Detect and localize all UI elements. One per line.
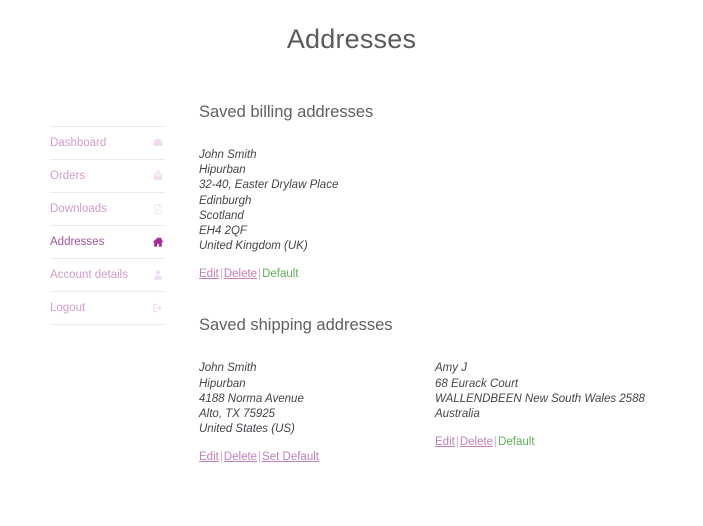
addresses-page: Addresses Dashboard Orders	[0, 0, 703, 526]
billing-heading: Saved billing addresses	[199, 102, 683, 122]
billing-addresses-block: Saved billing addresses John Smith Hipur…	[199, 102, 683, 282]
address-state: Scotland	[199, 209, 431, 224]
file-download-icon	[151, 203, 164, 216]
account-navigation: Dashboard Orders	[50, 126, 165, 325]
set-default-address-link[interactable]: Set Default	[262, 451, 319, 463]
address-street: 68 Eurack Court	[435, 377, 667, 392]
shipping-heading: Saved shipping addresses	[199, 315, 683, 335]
delete-address-link[interactable]: Delete	[460, 436, 493, 448]
shipping-address-card: Amy J 68 Eurack Court WALLENDBEEN New So…	[435, 361, 667, 465]
address-name: John Smith	[199, 148, 431, 163]
address-street: 32-40, Easter Drylaw Place	[199, 178, 431, 193]
edit-address-link[interactable]: Edit	[199, 451, 219, 463]
sidebar-link-addresses[interactable]: Addresses	[50, 226, 165, 258]
default-address-link[interactable]: Default	[262, 268, 298, 280]
address-company: Hipurban	[199, 163, 431, 178]
sidebar-item-account-details[interactable]: Account details	[50, 259, 165, 292]
sidebar-link-orders[interactable]: Orders	[50, 160, 165, 192]
edit-address-link[interactable]: Edit	[435, 436, 455, 448]
sidebar-link-logout[interactable]: Logout	[50, 292, 165, 324]
shipping-address: John Smith Hipurban 4188 Norma Avenue Al…	[199, 361, 431, 437]
sidebar-item-label: Addresses	[50, 235, 104, 249]
delete-address-link[interactable]: Delete	[224, 268, 257, 280]
sidebar-link-downloads[interactable]: Downloads	[50, 193, 165, 225]
billing-address-actions: Edit|Delete|Default	[199, 267, 431, 282]
sidebar-item-label: Downloads	[50, 202, 107, 216]
address-name: Amy J	[435, 361, 667, 376]
shipping-address-card: John Smith Hipurban 4188 Norma Avenue Al…	[199, 361, 431, 465]
home-icon	[151, 236, 164, 249]
address-city-state: Alto, TX 75925	[199, 407, 431, 422]
shipping-address-actions: Edit|Delete|Default	[435, 435, 667, 450]
sidebar-item-label: Orders	[50, 169, 85, 183]
sidebar-item-label: Dashboard	[50, 136, 106, 150]
address-city-state: WALLENDBEEN New South Wales 2588	[435, 392, 667, 407]
shipping-addresses-row: John Smith Hipurban 4188 Norma Avenue Al…	[199, 361, 683, 465]
sidebar-item-dashboard[interactable]: Dashboard	[50, 127, 165, 160]
default-address-link[interactable]: Default	[498, 436, 534, 448]
shipping-address-actions: Edit|Delete|Set Default	[199, 450, 431, 465]
address-city: Edinburgh	[199, 194, 431, 209]
bag-icon	[151, 170, 164, 183]
address-country: United States (US)	[199, 422, 431, 437]
sidebar-item-label: Account details	[50, 268, 128, 282]
sidebar-item-addresses[interactable]: Addresses	[50, 226, 165, 259]
billing-address-card: John Smith Hipurban 32-40, Easter Drylaw…	[199, 148, 431, 282]
address-street: 4188 Norma Avenue	[199, 392, 431, 407]
shipping-addresses-block: Saved shipping addresses John Smith Hipu…	[199, 315, 683, 465]
page-title: Addresses	[0, 0, 703, 56]
sidebar-link-account-details[interactable]: Account details	[50, 259, 165, 291]
address-country: United Kingdom (UK)	[199, 239, 431, 254]
sidebar-link-dashboard[interactable]: Dashboard	[50, 127, 165, 159]
account-layout: Dashboard Orders	[0, 56, 703, 465]
address-postcode: EH4 2QF	[199, 224, 431, 239]
address-name: John Smith	[199, 361, 431, 376]
sidebar-item-label: Logout	[50, 301, 85, 315]
edit-address-link[interactable]: Edit	[199, 268, 219, 280]
address-country: Australia	[435, 407, 667, 422]
user-icon	[151, 269, 164, 282]
sidebar-item-downloads[interactable]: Downloads	[50, 193, 165, 226]
address-company: Hipurban	[199, 377, 431, 392]
billing-address: John Smith Hipurban 32-40, Easter Drylaw…	[199, 148, 431, 254]
dashboard-icon	[151, 137, 164, 150]
delete-address-link[interactable]: Delete	[224, 451, 257, 463]
account-content: Saved billing addresses John Smith Hipur…	[165, 102, 683, 465]
shipping-address: Amy J 68 Eurack Court WALLENDBEEN New So…	[435, 361, 667, 422]
sidebar-item-orders[interactable]: Orders	[50, 160, 165, 193]
logout-icon	[151, 302, 164, 315]
sidebar-item-logout[interactable]: Logout	[50, 292, 165, 325]
